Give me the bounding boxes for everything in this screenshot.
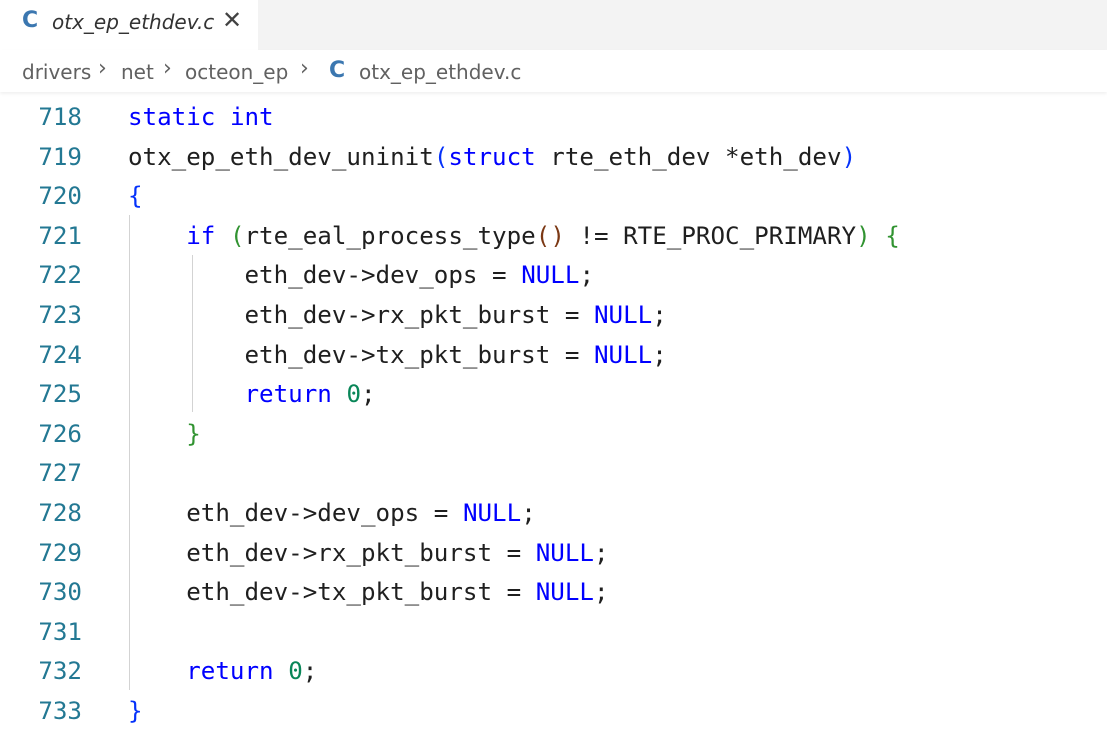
breadcrumb-item-octeon-ep[interactable]: octeon_ep <box>185 60 288 84</box>
code-line[interactable]: } <box>128 697 143 725</box>
chevron-right-icon: › <box>300 56 309 81</box>
breadcrumb: drivers › net › octeon_ep › C otx_ep_eth… <box>0 50 1107 92</box>
chevron-right-icon: › <box>163 56 172 81</box>
code-line[interactable]: return 0; <box>128 657 317 685</box>
line-number: 732 <box>38 657 82 686</box>
code-line[interactable]: return 0; <box>128 380 376 408</box>
code-line[interactable]: if (rte_eal_process_type() != RTE_PROC_P… <box>128 222 900 250</box>
code-line[interactable]: otx_ep_eth_dev_uninit(struct rte_eth_dev… <box>128 143 856 171</box>
code-line[interactable]: } <box>128 420 201 448</box>
line-number: 723 <box>38 301 82 329</box>
line-number: 724 <box>38 340 82 369</box>
code-line[interactable]: eth_dev->tx_pkt_burst = NULL; <box>128 341 666 369</box>
breadcrumb-item-drivers[interactable]: drivers <box>22 60 91 84</box>
breadcrumb-item-net[interactable]: net <box>121 60 154 84</box>
code-line[interactable]: static int <box>128 103 274 131</box>
line-number: 718 <box>38 103 82 131</box>
line-number: 719 <box>38 142 82 171</box>
code-line[interactable]: eth_dev->dev_ops = NULL; <box>128 261 594 289</box>
chevron-right-icon: › <box>98 56 107 81</box>
code-line[interactable]: eth_dev->rx_pkt_burst = NULL; <box>128 539 608 567</box>
code-line[interactable]: eth_dev->dev_ops = NULL; <box>128 499 536 527</box>
breadcrumb-item-file[interactable]: otx_ep_ethdev.c <box>359 60 521 84</box>
code-editor[interactable]: 718 static int 719 otx_ep_eth_dev_uninit(st… <box>0 92 1107 731</box>
tab-label[interactable]: otx_ep_ethdev.c <box>52 10 214 34</box>
code-line[interactable]: { <box>128 182 143 210</box>
line-number: 729 <box>38 538 82 567</box>
line-number: 721 <box>38 221 82 250</box>
line-number: 733 <box>38 697 82 725</box>
line-number: 725 <box>38 380 82 409</box>
code-line[interactable]: eth_dev->rx_pkt_burst = NULL; <box>128 301 666 329</box>
code-line[interactable]: eth_dev->tx_pkt_burst = NULL; <box>128 578 608 606</box>
editor-tab[interactable]: C otx_ep_ethdev.c ✕ <box>0 0 258 50</box>
line-number: 726 <box>38 419 82 448</box>
tab-bar: C otx_ep_ethdev.c ✕ <box>0 0 1107 50</box>
line-number: 720 <box>38 182 82 211</box>
close-icon[interactable]: ✕ <box>222 6 242 34</box>
line-number: 722 <box>38 261 82 290</box>
line-number: 730 <box>38 578 82 607</box>
c-file-icon: C <box>22 8 39 33</box>
line-number: 727 <box>38 459 82 488</box>
line-number: 731 <box>38 617 82 646</box>
line-number: 728 <box>38 499 82 527</box>
c-file-icon: C <box>329 58 346 83</box>
